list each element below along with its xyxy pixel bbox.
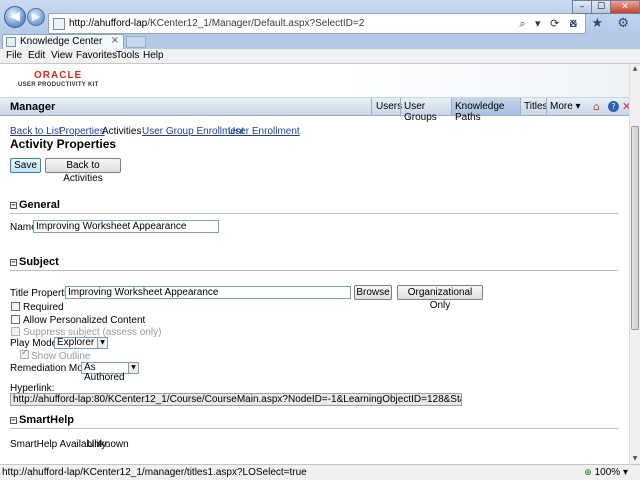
zoom-level: 100%: [594, 467, 621, 478]
name-input[interactable]: Improving Worksheet Appearance: [33, 220, 219, 233]
browser-toolbar: ◀ ▶ http://ahufford-lap/KCenter12_1/Mana…: [0, 0, 640, 34]
tab-knowledge-center[interactable]: Knowledge Center ×: [2, 34, 124, 49]
hyperlink-field[interactable]: http://ahufford-lap:80/KCenter12_1/Cours…: [10, 393, 462, 406]
tab-favicon-icon: [6, 37, 16, 47]
manager-title: Manager: [10, 101, 56, 113]
nav-more[interactable]: More ▾: [546, 98, 586, 115]
nav-titles[interactable]: Titles: [520, 98, 548, 115]
zoom-control[interactable]: ⊕ 100% ▾: [584, 467, 628, 478]
organizational-only-button[interactable]: Organizational Only: [397, 285, 483, 311]
smarthelp-section-header[interactable]: − SmartHelp: [10, 414, 74, 426]
play-modes-select[interactable]: Explorer ▼: [54, 337, 108, 349]
required-checkbox[interactable]: [11, 302, 20, 311]
address-bar[interactable]: http://ahufford-lap/KCenter12_1/Manager/…: [48, 13, 586, 34]
back-to-list-link[interactable]: Back to List: [10, 126, 62, 137]
collapse-icon[interactable]: −: [10, 259, 17, 266]
browse-button[interactable]: Browse: [354, 285, 392, 300]
maximize-icon[interactable]: ☐: [591, 0, 611, 14]
properties-link[interactable]: Properties: [59, 126, 105, 137]
menu-edit[interactable]: Edit: [28, 50, 45, 61]
menu-view[interactable]: View: [51, 50, 73, 61]
back-to-activities-button[interactable]: Back to Activities: [45, 158, 121, 184]
scroll-down-icon[interactable]: ▼: [630, 454, 640, 464]
zoom-icon: ⊕: [584, 468, 592, 478]
show-outline-label: Show Outline: [31, 351, 91, 362]
remediation-modes-value: As Authored: [84, 362, 125, 383]
allow-personalized-checkbox[interactable]: [11, 315, 20, 324]
status-url: http://ahufford-lap/KCenter12_1/manager/…: [2, 467, 307, 478]
subject-section-header[interactable]: − Subject: [10, 256, 59, 268]
logo-header: ORACLE USER PRODUCTIVITY KIT: [0, 64, 629, 98]
menu-bar: File Edit View Favorites Tools Help: [0, 49, 640, 64]
section-divider: [10, 270, 618, 271]
oracle-logo: ORACLE: [34, 70, 83, 81]
home-star-gear-icon[interactable]: ⌂ ★ ⚙: [569, 16, 634, 31]
nav-users[interactable]: Users: [371, 98, 402, 115]
vertical-scrollbar[interactable]: ▲ ▼: [629, 64, 640, 464]
checkmark-icon: ✓: [21, 348, 29, 358]
collapse-icon[interactable]: −: [10, 417, 17, 424]
general-heading: General: [19, 199, 60, 211]
dropdown-arrow-icon: ▼: [128, 363, 138, 373]
forward-arrow-icon[interactable]: ▶: [27, 8, 45, 26]
section-divider: [10, 213, 618, 214]
subject-heading: Subject: [19, 256, 59, 268]
product-name: USER PRODUCTIVITY KIT: [18, 82, 99, 88]
general-section-header[interactable]: − General: [10, 199, 60, 211]
window-close-icon[interactable]: ✕: [610, 0, 640, 14]
smarthelp-availability-value: Unknown: [87, 439, 129, 450]
allow-personalized-label: Allow Personalized Content: [23, 315, 146, 326]
scroll-up-icon[interactable]: ▲: [630, 64, 640, 74]
menu-help[interactable]: Help: [143, 50, 164, 61]
manager-bar: Manager Users User Groups Knowledge Path…: [0, 98, 629, 123]
remediation-modes-select[interactable]: As Authored ▼: [81, 362, 139, 383]
nav-knowledge-paths[interactable]: Knowledge Paths: [451, 98, 520, 123]
menu-favorites[interactable]: Favorites: [76, 50, 117, 61]
page-title: Activity Properties: [10, 137, 117, 151]
collapse-icon[interactable]: −: [10, 202, 17, 209]
new-tab-button[interactable]: [126, 36, 146, 48]
user-enrollment-link[interactable]: User Enrollment: [228, 126, 300, 137]
play-modes-value: Explorer: [57, 337, 95, 348]
save-button[interactable]: Save: [10, 158, 41, 173]
activities-current: Activities: [102, 126, 142, 137]
close-page-icon[interactable]: ✕: [622, 100, 629, 113]
tab-close-icon[interactable]: ×: [111, 35, 119, 46]
dropdown-arrow-icon: ▼: [97, 338, 107, 348]
menu-tools[interactable]: Tools: [116, 50, 139, 61]
tab-label: Knowledge Center: [20, 36, 103, 47]
page-favicon-icon: [53, 18, 65, 30]
suppress-subject-checkbox[interactable]: [11, 327, 20, 336]
smarthelp-heading: SmartHelp: [19, 414, 75, 426]
help-icon[interactable]: ?: [608, 101, 619, 112]
show-outline-checkbox[interactable]: ✓: [20, 348, 29, 359]
scroll-thumb[interactable]: [631, 126, 639, 330]
tab-strip: Knowledge Center ×: [0, 34, 640, 49]
status-bar: http://ahufford-lap/KCenter12_1/manager/…: [0, 464, 640, 480]
section-divider: [10, 428, 618, 429]
address-url: http://ahufford-lap/KCenter12_1/Manager/…: [69, 18, 365, 29]
page-content: ORACLE USER PRODUCTIVITY KIT Manager Use…: [0, 64, 629, 464]
home-icon[interactable]: ⌂: [593, 100, 600, 113]
title-properties-input[interactable]: Improving Worksheet Appearance: [65, 286, 351, 299]
minimize-icon[interactable]: –: [572, 0, 592, 14]
nav-user-groups[interactable]: User Groups: [400, 98, 451, 123]
back-arrow-icon[interactable]: ◀: [4, 6, 26, 28]
menu-file[interactable]: File: [6, 50, 22, 61]
required-label: Required: [23, 302, 64, 313]
